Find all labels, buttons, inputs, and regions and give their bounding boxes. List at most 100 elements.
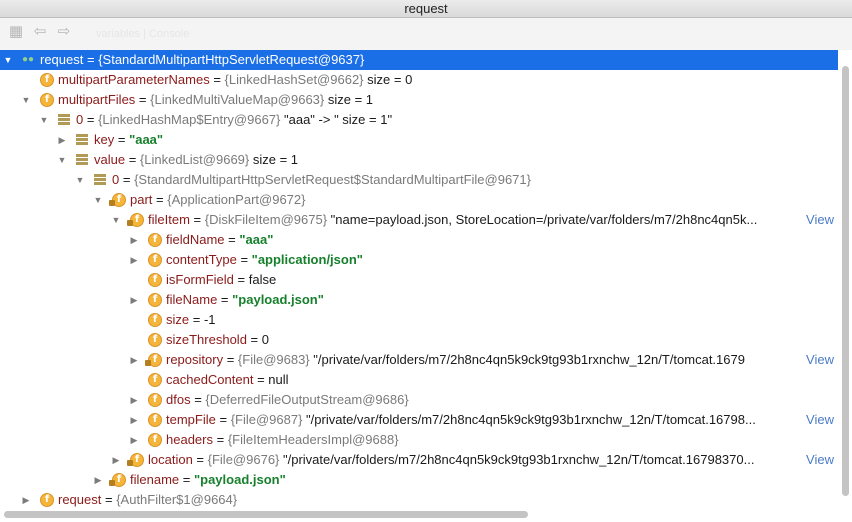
expand-arrow-icon[interactable]: ▶ <box>92 470 104 490</box>
field-icon: f <box>148 433 162 447</box>
tree-row[interactable]: ▶ f repository = {File@9683} "/private/v… <box>0 350 838 370</box>
tree-row[interactable]: f size = -1 <box>0 310 838 330</box>
tree-row[interactable]: f cachedContent = null <box>0 370 838 390</box>
tree-row[interactable]: ▶ f fieldName = "aaa" <box>0 230 838 250</box>
expand-arrow-icon[interactable]: ▶ <box>128 230 140 250</box>
var-name: key <box>94 132 115 147</box>
layout-icon[interactable]: ▦ <box>8 24 24 40</box>
var-value: "aaa" <box>239 232 274 247</box>
window-title: request <box>0 0 852 18</box>
var-extra: "/private/var/folders/m7/2h8nc4qn5k9ck9t… <box>309 352 745 367</box>
expand-arrow-icon[interactable]: ▶ <box>128 390 140 410</box>
field-icon: f <box>109 193 126 207</box>
tree-row[interactable]: ▼ value = {LinkedList@9669} size = 1 <box>0 150 838 170</box>
tree-row[interactable]: ▼ f multipartFiles = {LinkedMultiValueMa… <box>0 90 838 110</box>
view-link[interactable]: View <box>802 410 834 430</box>
expand-arrow-icon[interactable]: ▶ <box>128 410 140 430</box>
tree-row[interactable]: ▶ f request = {AuthFilter$1@9664} <box>0 490 838 510</box>
var-value: {LinkedHashSet@9662} <box>224 72 364 87</box>
var-value: {StandardMultipartHttpServletRequest$Sta… <box>134 172 531 187</box>
collapse-arrow-icon[interactable]: ▼ <box>110 210 122 230</box>
equals-sign: = <box>233 272 249 287</box>
expand-arrow-icon[interactable]: ▶ <box>56 130 68 150</box>
collapse-arrow-icon[interactable]: ▼ <box>2 50 14 70</box>
field-icon: f <box>148 333 162 347</box>
tree-row[interactable]: ▶ f contentType = "application/json" <box>0 250 838 270</box>
tree-row[interactable]: ▶ f location = {File@9676} "/private/var… <box>0 450 838 470</box>
tree-row[interactable]: f sizeThreshold = 0 <box>0 330 838 350</box>
var-value: "aaa" <box>129 132 164 147</box>
var-extra: "/private/var/folders/m7/2h8nc4qn5k9ck9t… <box>279 452 755 467</box>
expand-arrow-icon[interactable]: ▶ <box>128 350 140 370</box>
var-extra: size = 0 <box>363 72 413 87</box>
tree-row-request[interactable]: ▼ ●● request = {StandardMultipartHttpSer… <box>0 50 838 70</box>
tree-row[interactable]: ▼ f part = {ApplicationPart@9672} <box>0 190 838 210</box>
equals-sign: = <box>217 292 233 307</box>
field-icon: f <box>40 93 54 107</box>
toolbar: ▦ ⇦ ⇨ variables | Console <box>0 18 852 50</box>
equals-sign: = <box>223 352 238 367</box>
collapse-arrow-icon[interactable]: ▼ <box>38 110 50 130</box>
forward-icon[interactable]: ⇨ <box>56 24 72 40</box>
list-entry-icon <box>76 134 88 145</box>
equals-sign: = <box>152 192 168 207</box>
list-entry-icon <box>94 174 106 185</box>
collapse-arrow-icon[interactable]: ▼ <box>92 190 104 210</box>
var-name: filename <box>130 472 180 487</box>
view-link[interactable]: View <box>802 350 834 370</box>
expand-arrow-icon[interactable]: ▶ <box>128 430 140 450</box>
back-icon[interactable]: ⇦ <box>32 24 48 40</box>
equals-sign: = <box>189 312 204 327</box>
var-value: {DeferredFileOutputStream@9686} <box>205 392 409 407</box>
equals-sign: = <box>83 52 99 67</box>
tree-row[interactable]: ▶ f tempFile = {File@9687} "/private/var… <box>0 410 838 430</box>
equals-sign: = <box>190 392 206 407</box>
field-icon: f <box>148 313 162 327</box>
collapse-arrow-icon[interactable]: ▼ <box>74 170 86 190</box>
var-name: cachedContent <box>166 372 254 387</box>
var-name: part <box>130 192 153 207</box>
view-link[interactable]: View <box>802 450 834 470</box>
equals-sign: = <box>192 452 208 467</box>
tree-row[interactable]: ▶ key = "aaa" <box>0 130 838 150</box>
var-name: request <box>40 52 84 67</box>
var-value: {ApplicationPart@9672} <box>167 192 306 207</box>
field-icon: f <box>109 473 126 487</box>
equals-sign: = <box>125 152 140 167</box>
tree-row[interactable]: ▶ f fileName = "payload.json" <box>0 290 838 310</box>
list-entry-icon <box>76 154 88 165</box>
view-link[interactable]: View <box>802 210 834 230</box>
variables-tree[interactable]: ▼ ●● request = {StandardMultipartHttpSer… <box>0 50 840 510</box>
var-name: tempFile <box>166 412 216 427</box>
var-value: {File@9687} <box>230 412 303 427</box>
field-icon: f <box>148 393 162 407</box>
horizontal-scrollbar[interactable] <box>4 511 528 518</box>
tree-row[interactable]: ▼ 0 = {LinkedHashMap$Entry@9667} "aaa" -… <box>0 110 838 130</box>
tree-row[interactable]: ▶ f headers = {FileItemHeadersImpl@9688} <box>0 430 838 450</box>
equals-sign: = <box>246 332 262 347</box>
collapse-arrow-icon[interactable]: ▼ <box>20 90 32 110</box>
expand-arrow-icon[interactable]: ▶ <box>128 290 140 310</box>
var-value: {DiskFileItem@9675} <box>204 212 328 227</box>
expand-arrow-icon[interactable]: ▶ <box>110 450 122 470</box>
background-ghost-text: variables | Console <box>96 28 190 40</box>
equals-sign: = <box>119 172 135 187</box>
tree-row[interactable]: ▼ 0 = {StandardMultipartHttpServletReque… <box>0 170 838 190</box>
expand-arrow-icon[interactable]: ▶ <box>20 490 32 510</box>
tree-row[interactable]: f multipartParameterNames = {LinkedHashS… <box>0 70 838 90</box>
var-name: value <box>94 152 126 167</box>
var-value: {LinkedHashMap$Entry@9667} <box>98 112 281 127</box>
var-value: {StandardMultipartHttpServletRequest@963… <box>98 52 365 67</box>
tree-row[interactable]: ▶ f filename = "payload.json" <box>0 470 838 490</box>
collapse-arrow-icon[interactable]: ▼ <box>56 150 68 170</box>
tree-row[interactable]: f isFormField = false <box>0 270 838 290</box>
tree-row[interactable]: ▼ f fileItem = {DiskFileItem@9675} "name… <box>0 210 838 230</box>
equals-sign: = <box>215 412 231 427</box>
var-value: "payload.json" <box>193 472 286 487</box>
tree-row[interactable]: ▶ f dfos = {DeferredFileOutputStream@968… <box>0 390 838 410</box>
field-icon: f <box>127 213 144 227</box>
vertical-scrollbar[interactable] <box>842 66 849 496</box>
var-name: sizeThreshold <box>166 332 247 347</box>
expand-arrow-icon[interactable]: ▶ <box>128 250 140 270</box>
var-name: repository <box>166 352 224 367</box>
